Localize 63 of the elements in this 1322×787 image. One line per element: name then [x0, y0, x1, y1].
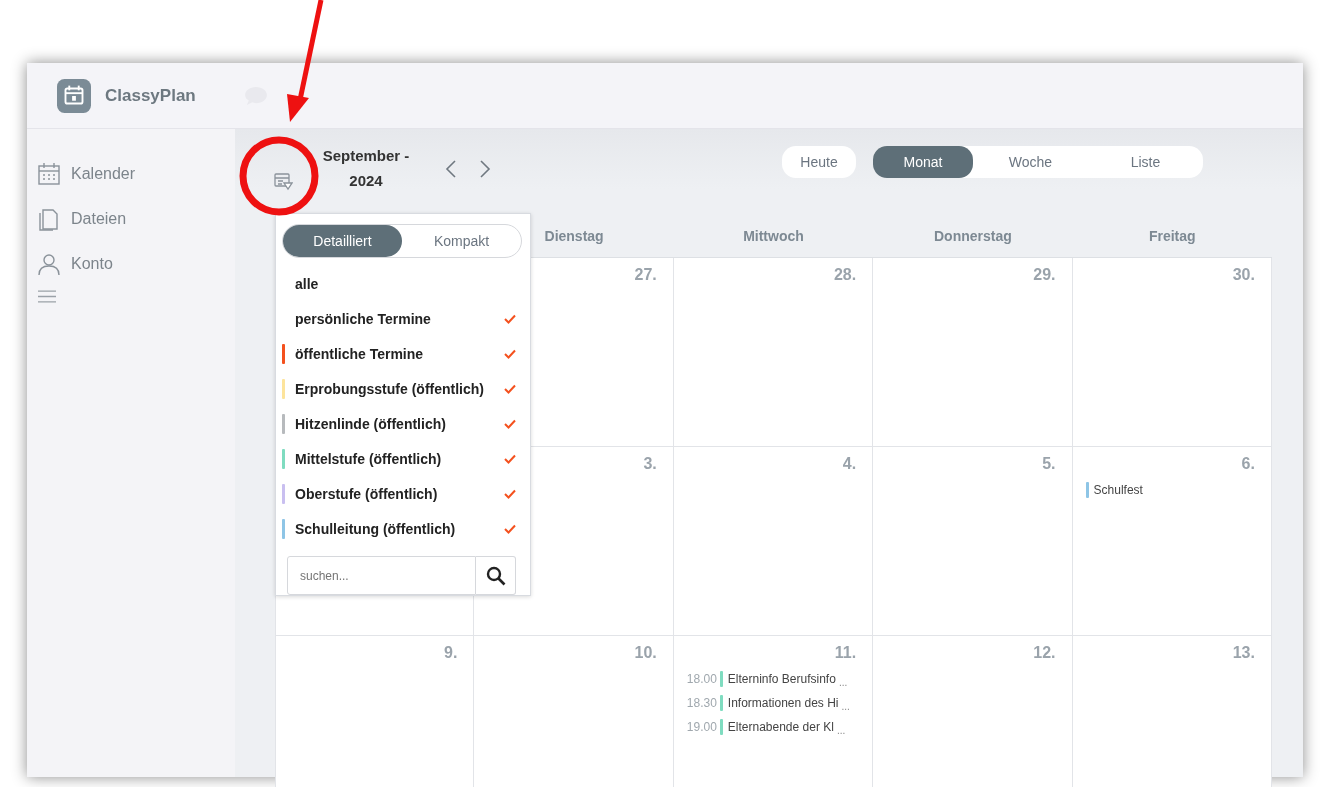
weekday-label: Mittwoch	[743, 228, 804, 244]
check-icon[interactable]	[504, 453, 516, 464]
sidebar-item[interactable]: Konto	[27, 241, 235, 286]
check-icon[interactable]	[504, 348, 516, 359]
weekday-label: Dienstag	[544, 228, 604, 244]
sidebar-item[interactable]: Kalender	[27, 151, 235, 196]
day-number: 28.	[833, 266, 857, 284]
weekday-label: Donnerstag	[933, 228, 1012, 244]
day-number: 13.	[1232, 644, 1255, 662]
day-number: 9.	[444, 644, 458, 662]
check-icon[interactable]	[504, 523, 516, 534]
day-number: 3.	[643, 455, 657, 473]
mode-tab[interactable]: Kompakt	[402, 225, 521, 257]
menu-icon[interactable]	[38, 290, 56, 303]
filter-item[interactable]: alle	[295, 275, 522, 292]
event-time: 19.00	[686, 720, 717, 734]
event-title[interactable]: Elterninfo Berufsinfo	[727, 672, 836, 686]
event-title[interactable]: Informationen des Hi	[727, 696, 839, 710]
day-number: 6.	[1241, 455, 1255, 473]
check-icon[interactable]	[504, 383, 516, 394]
event-title[interactable]: Elternabende der Kl	[727, 720, 834, 734]
filter-item[interactable]: Erprobungsstufe (öffentlich)	[295, 380, 504, 397]
filter-item[interactable]: Hitzenlinde (öffentlich)	[295, 415, 504, 432]
check-icon[interactable]	[504, 488, 516, 499]
day-number: 29.	[1033, 266, 1056, 284]
event-title[interactable]: Schulfest	[1093, 483, 1143, 497]
filter-item[interactable]: Schulleitung (öffentlich)	[295, 520, 504, 537]
user-icon	[37, 251, 61, 276]
view-tab[interactable]: Liste	[1088, 146, 1203, 178]
day-number: 30.	[1232, 266, 1255, 284]
event-time: 18.30	[686, 696, 717, 710]
check-icon[interactable]	[504, 313, 516, 324]
mode-tab[interactable]: Detailliert	[283, 225, 402, 257]
chevron-right-icon[interactable]	[479, 159, 491, 179]
day-number: 5.	[1042, 455, 1056, 473]
filter-item[interactable]: Mittelstufe (öffentlich)	[295, 450, 504, 467]
event-time: 18.00	[686, 672, 717, 686]
ellipsis: ...	[836, 725, 846, 736]
month-title: September - 2024	[321, 146, 411, 191]
day-number: 10.	[634, 644, 657, 662]
search-icon	[485, 565, 506, 586]
filter-icon[interactable]	[273, 172, 293, 192]
filter-item[interactable]: öffentliche Termine	[295, 345, 504, 362]
view-tab[interactable]: Woche	[973, 146, 1088, 178]
document-icon	[37, 206, 61, 231]
ellipsis: ...	[841, 701, 850, 712]
day-number: 12.	[1033, 644, 1056, 662]
day-number: 11.	[834, 644, 857, 662]
check-icon[interactable]	[504, 418, 516, 429]
today-button[interactable]: Heute	[782, 146, 856, 178]
day-number: 27.	[634, 266, 657, 284]
filter-item[interactable]: Oberstufe (öffentlich)	[295, 485, 504, 502]
search-button[interactable]	[476, 556, 516, 595]
chevron-left-icon[interactable]	[445, 159, 457, 179]
view-tab[interactable]: Monat	[873, 146, 973, 178]
weekday-label: Freitag	[1148, 228, 1196, 244]
ellipsis: ...	[838, 677, 848, 688]
logo-icon	[57, 78, 91, 113]
calendar-icon	[37, 161, 61, 186]
search-field[interactable]: suchen...	[287, 556, 476, 595]
day-number: 4.	[842, 455, 857, 473]
filter-item[interactable]: persönliche Termine	[295, 310, 504, 327]
app-name: ClassyPlan	[105, 85, 196, 106]
